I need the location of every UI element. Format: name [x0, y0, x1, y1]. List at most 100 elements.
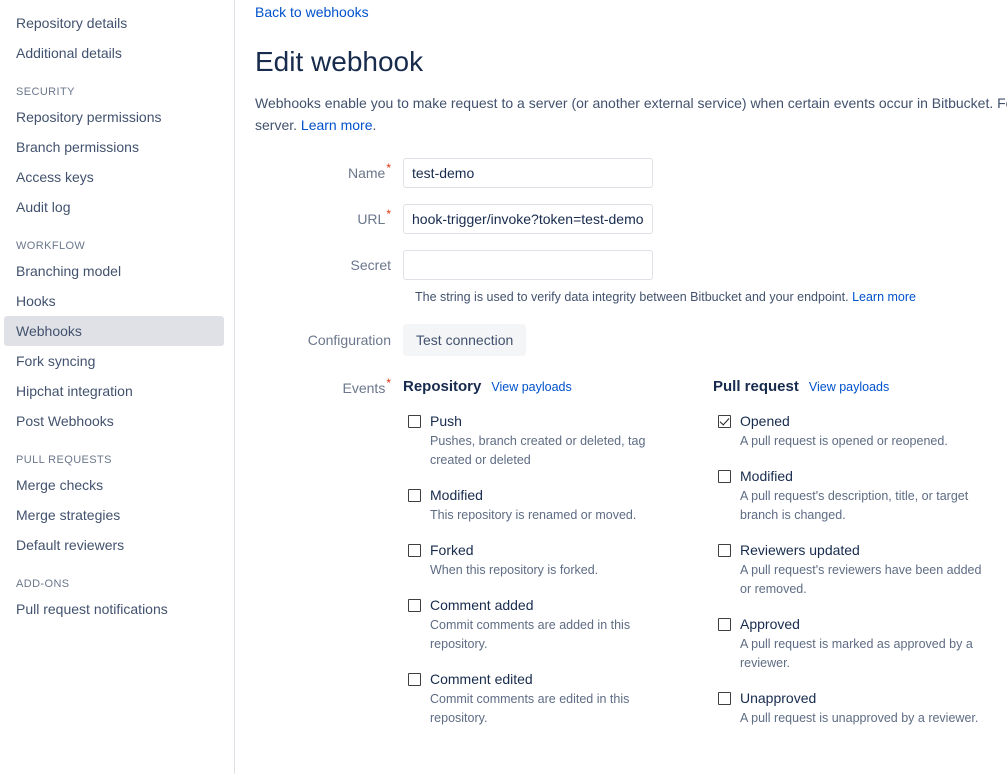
- page-description-line2-prefix: server.: [255, 117, 301, 133]
- intro-learn-more-link[interactable]: Learn more: [301, 117, 373, 133]
- event-checkbox-row-pull-request-modified[interactable]: Modified: [713, 468, 1007, 484]
- events-column-header: Pull requestView payloads: [713, 378, 1007, 395]
- sidebar-item-branching-model[interactable]: Branching model: [4, 256, 224, 286]
- events-column-pull-request: Pull requestView payloadsOpenedA pull re…: [713, 378, 1007, 745]
- sidebar-item-label: Merge checks: [16, 477, 103, 493]
- event-option: Push Pushes, branch created or deleted, t…: [403, 413, 713, 470]
- events-column-title: Repository: [403, 378, 481, 395]
- sidebar-item-merge-strategies[interactable]: Merge strategies: [4, 500, 224, 530]
- event-checkbox-row-pull-request-reviewers-updated[interactable]: Reviewers updated: [713, 542, 1007, 558]
- sidebar-item-hipchat-integration[interactable]: Hipchat integration: [4, 376, 224, 406]
- checkbox-pull-request-opened[interactable]: [718, 415, 731, 428]
- name-input[interactable]: [403, 158, 653, 188]
- sidebar-item-post-webhooks[interactable]: Post Webhooks: [4, 406, 224, 436]
- events-row: Events* Repository View payloads Push Pushe…: [255, 378, 1007, 745]
- event-description: Commit comments are added in this reposi…: [430, 616, 666, 654]
- sidebar-item-audit-log[interactable]: Audit log: [4, 192, 224, 222]
- events-column-repository: Repository View payloads Push Pushes, branc…: [403, 378, 713, 745]
- view-payloads-link-repository[interactable]: View payloads: [491, 380, 571, 394]
- event-label: Unapproved: [740, 690, 816, 706]
- sidebar-item-webhooks[interactable]: Webhooks: [4, 316, 224, 346]
- name-label-text: Name: [348, 165, 385, 181]
- sidebar-group-heading-add-ons: ADD-ONS: [0, 578, 234, 594]
- required-asterisk: *: [386, 161, 391, 175]
- sidebar-item-pull-request-notifications[interactable]: Pull request notifications: [4, 594, 224, 624]
- event-checkbox-row-repository-forked[interactable]: Forked: [403, 542, 713, 558]
- url-input[interactable]: [403, 204, 653, 234]
- event-checkbox-row-pull-request-approved[interactable]: Approved: [713, 616, 1007, 632]
- checkbox-pull-request-unapproved[interactable]: [718, 692, 731, 705]
- sidebar-item-default-reviewers[interactable]: Default reviewers: [4, 530, 224, 560]
- sidebar-item-fork-syncing[interactable]: Fork syncing: [4, 346, 224, 376]
- event-checkbox-row-pull-request-opened[interactable]: Opened: [713, 413, 1007, 429]
- event-option: ModifiedThis repository is renamed or mo…: [403, 487, 713, 525]
- sidebar-item-additional-details[interactable]: Additional details: [4, 38, 224, 68]
- checkbox-repository-modified[interactable]: [408, 489, 421, 502]
- event-option: OpenedA pull request is opened or reopen…: [713, 413, 1007, 451]
- sidebar-item-hooks[interactable]: Hooks: [4, 286, 224, 316]
- event-description: Pushes, branch created or deleted, tag c…: [430, 432, 666, 470]
- secret-input[interactable]: [403, 250, 653, 280]
- event-label: Comment edited: [430, 671, 533, 687]
- sidebar-item-label: Repository permissions: [16, 109, 162, 125]
- events-label-text: Events: [343, 380, 386, 396]
- name-label: Name*: [255, 158, 403, 188]
- sidebar-item-label: Access keys: [16, 169, 94, 185]
- sidebar-item-branch-permissions[interactable]: Branch permissions: [4, 132, 224, 162]
- event-option: Comment added Commit comments are added i…: [403, 597, 713, 654]
- sidebar-item-label: Hipchat integration: [16, 383, 133, 399]
- event-checkbox-row-pull-request-unapproved[interactable]: Unapproved: [713, 690, 1007, 706]
- sidebar-item-label: Fork syncing: [16, 353, 95, 369]
- event-option: ModifiedA pull request's description, ti…: [713, 468, 1007, 525]
- checkbox-repository-comment-edited[interactable]: [408, 673, 421, 686]
- event-label: Opened: [740, 413, 790, 429]
- url-label-text: URL: [357, 211, 385, 227]
- sidebar-item-label: Default reviewers: [16, 537, 124, 553]
- event-checkbox-row-repository-comment-added[interactable]: Comment added: [403, 597, 713, 613]
- event-label: Push: [430, 413, 462, 429]
- checkbox-repository-push[interactable]: [408, 415, 421, 428]
- event-checkbox-row-repository-push[interactable]: Push: [403, 413, 713, 429]
- sidebar-item-label: Webhooks: [16, 323, 82, 339]
- sidebar-group-heading-pull-requests: PULL REQUESTS: [0, 454, 234, 470]
- sidebar-item-label: Post Webhooks: [16, 413, 114, 429]
- configuration-row: Configuration Test connection: [255, 324, 1007, 356]
- event-checkbox-row-repository-modified[interactable]: Modified: [403, 487, 713, 503]
- required-asterisk: *: [386, 376, 391, 390]
- sidebar-item-access-keys[interactable]: Access keys: [4, 162, 224, 192]
- event-checkbox-row-repository-comment-edited[interactable]: Comment edited: [403, 671, 713, 687]
- event-option: Reviewers updated A pull request's review…: [713, 542, 1007, 599]
- page-description-line1: Webhooks enable you to make request to a…: [255, 95, 1007, 111]
- page-description: Webhooks enable you to make request to a…: [255, 92, 1007, 136]
- test-connection-button[interactable]: Test connection: [403, 324, 526, 356]
- checkbox-repository-comment-added[interactable]: [408, 599, 421, 612]
- page-title: Edit webhook: [255, 46, 1007, 78]
- sidebar-item-repository-details[interactable]: Repository details: [4, 8, 224, 38]
- url-field-row: URL*: [255, 204, 1007, 234]
- event-description: Commit comments are edited in this repos…: [430, 690, 666, 728]
- sidebar-group-heading-workflow: WORKFLOW: [0, 240, 234, 256]
- sidebar-item-merge-checks[interactable]: Merge checks: [4, 470, 224, 500]
- events-label: Events*: [255, 378, 403, 398]
- back-to-webhooks-link[interactable]: Back to webhooks: [255, 4, 369, 20]
- required-asterisk: *: [386, 207, 391, 221]
- secret-field-row: Secret: [255, 250, 1007, 280]
- edit-webhook-page: Repository details Additional details SECU…: [0, 0, 1007, 774]
- event-label: Approved: [740, 616, 800, 632]
- event-description: A pull request's reviewers have been add…: [740, 561, 988, 599]
- sidebar-item-label: Repository details: [16, 15, 127, 31]
- secret-learn-more-link[interactable]: Learn more: [852, 290, 916, 304]
- checkbox-pull-request-approved[interactable]: [718, 618, 731, 631]
- sidebar-item-label: Additional details: [16, 45, 122, 61]
- events-columns: Repository View payloads Push Pushes, branc…: [403, 378, 1007, 745]
- page-description-line2: server. Learn more.: [255, 117, 376, 133]
- sidebar-item-repository-permissions[interactable]: Repository permissions: [4, 102, 224, 132]
- sidebar-group-heading-security: SECURITY: [0, 86, 234, 102]
- name-field-row: Name*: [255, 158, 1007, 188]
- event-label: Modified: [740, 468, 793, 484]
- checkbox-repository-forked[interactable]: [408, 544, 421, 557]
- sidebar-item-label: Hooks: [16, 293, 56, 309]
- checkbox-pull-request-reviewers-updated[interactable]: [718, 544, 731, 557]
- view-payloads-link-pull-request[interactable]: View payloads: [809, 380, 889, 394]
- checkbox-pull-request-modified[interactable]: [718, 470, 731, 483]
